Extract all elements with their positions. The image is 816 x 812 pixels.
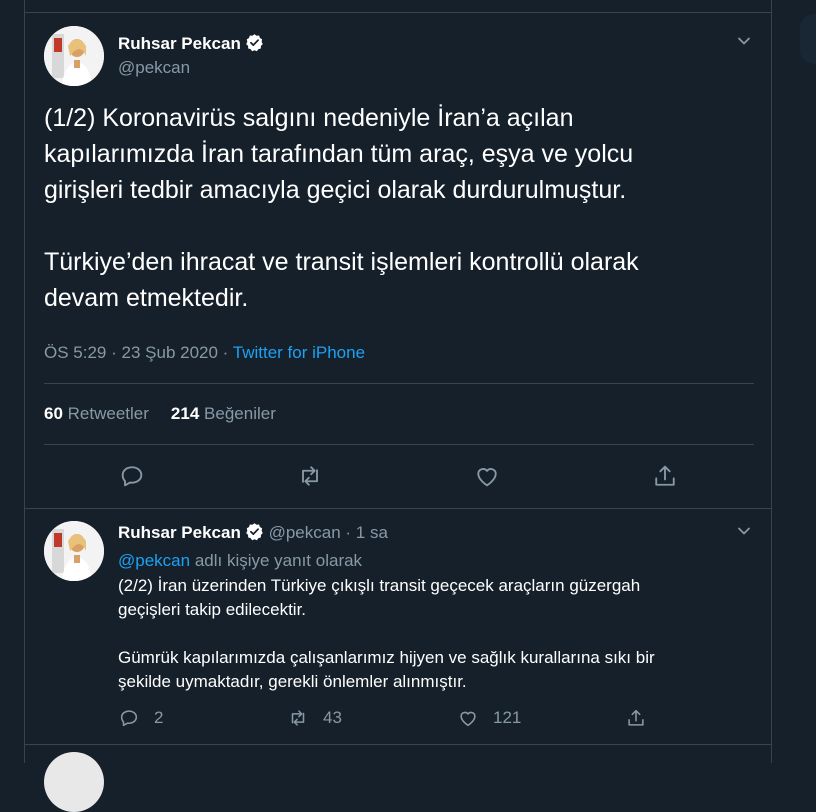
reply-retweet-button[interactable]: 43 [287,705,342,731]
scroll-edge-panel [800,14,816,64]
retweet-icon [291,710,305,726]
replying-to: @pekcan adlı kişiye yanıt olarak [118,551,362,571]
reply-retweet-count: 43 [323,708,342,727]
reply-author-avatar[interactable] [44,521,104,581]
reply-count: 2 [154,708,164,727]
reply-icon [120,710,138,727]
reply-like-count: 121 [493,708,522,727]
tweet-metadata: ÖS 5:29 · 23 Şub 2020 · Twitter for iPho… [44,343,365,363]
divider [25,12,771,13]
reply-icon [121,466,143,487]
share-icon [628,709,644,726]
likes-stat[interactable]: 214 Beğeniler [171,404,276,423]
divider [44,383,754,384]
author-handle[interactable]: @pekcan [118,58,190,78]
reply-author-handle[interactable]: @pekcan [269,523,341,542]
share-icon [655,465,675,486]
meta-dot: · [345,523,352,542]
reply-share-button[interactable] [625,705,661,731]
verified-badge-icon [246,523,263,541]
reply-time-ago[interactable]: 1 sa [356,523,388,542]
divider [44,444,754,445]
tweet-source-link[interactable]: Twitter for iPhone [233,343,365,362]
reply-reply-button[interactable]: 2 [118,705,163,731]
retweets-stat[interactable]: 60 Retweetler [44,404,149,423]
retweet-icon [302,466,318,486]
like-label: Beğeniler [204,404,276,423]
reply-tweet-text: (2/2) İran üzerinden Türkiye çıkışlı tra… [118,576,655,691]
verified-badge-icon [246,34,263,52]
chevron-down-icon[interactable] [736,523,752,539]
tweet-text: (1/2) Koronavirüs salgını nedeniyle İran… [44,104,639,312]
reply-author-name[interactable]: Ruhsar Pekcan [118,523,264,542]
share-button[interactable] [651,462,679,490]
like-button[interactable] [473,462,501,490]
tweet-date[interactable]: 23 Şub 2020 [122,343,218,362]
author-name-text: Ruhsar Pekcan [118,34,241,53]
reply-button[interactable] [118,462,146,490]
retweet-count: 60 [44,404,63,423]
tweet-time[interactable]: ÖS 5:29 [44,343,106,362]
retweet-label: Retweetler [67,404,149,423]
tweet-stats: 60 Retweetler 214 Beğeniler [44,404,276,424]
chevron-down-icon[interactable] [736,33,752,49]
divider [25,508,771,509]
reply-like-button[interactable]: 121 [457,705,521,731]
reply-header: Ruhsar Pekcan @pekcan · 1 sa [118,522,388,543]
author-name[interactable]: Ruhsar Pekcan [118,33,264,54]
meta-dot: · [111,343,117,362]
replying-label: adlı kişiye yanıt olarak [194,551,363,570]
divider [25,744,771,745]
like-count: 214 [170,404,200,423]
like-icon [460,711,476,727]
replying-mention-link[interactable]: @pekcan [118,551,190,570]
reply-author-name-text: Ruhsar Pekcan [118,523,241,542]
tweet-thread: Ruhsar Pekcan @pekcan (1/2) Koronavirüs … [24,0,772,812]
meta-dot: · [222,343,229,362]
retweet-button[interactable] [296,462,324,490]
like-icon [477,468,497,487]
author-avatar[interactable] [44,26,104,86]
next-tweet-avatar[interactable] [44,752,104,812]
